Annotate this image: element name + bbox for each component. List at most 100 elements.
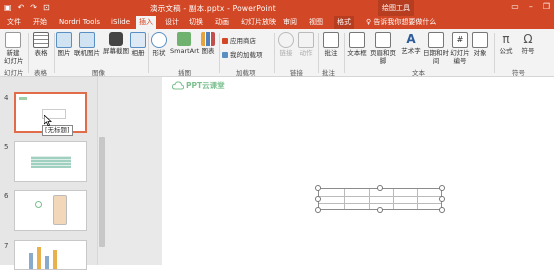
calendar-icon [428,32,444,48]
new-slide-label: 新建 幻灯片 [4,49,24,65]
thumb-bar [53,250,57,269]
slide-thumbnail-6[interactable] [14,190,87,231]
table-icon [33,32,49,48]
chart-button[interactable]: 图表 [200,32,216,55]
textbox-button[interactable]: 文本框 [346,32,368,57]
tab-file[interactable]: 文件 [4,16,24,29]
logo-text: PPT云课堂 [186,81,225,90]
separator [28,33,29,73]
cloud-icon [172,81,184,90]
restore-icon[interactable]: ❐ [543,2,550,11]
resize-handle[interactable] [439,185,445,191]
header-footer-label: 页眉和页脚 [370,49,396,65]
shapes-label: 形状 [152,49,166,57]
resize-handle[interactable] [377,185,383,191]
table-button[interactable]: 表格 [32,32,50,57]
equation-label: 公式 [499,47,513,55]
smartart-button[interactable]: SmartArt [170,32,199,55]
context-tool-label: 绘图工具 [378,0,414,16]
selected-table[interactable] [315,185,445,213]
start-from-beginning-icon[interactable]: ⊡ [43,3,50,12]
slide-editor[interactable] [162,77,554,265]
store-button[interactable]: 应用商店 [222,37,256,45]
tell-me-search[interactable]: ♀ 告诉我你想要做什么 [366,16,436,29]
symbol-button[interactable]: Ω 符号 [520,32,536,55]
tab-design[interactable]: 设计 [162,16,182,29]
slide-number-4: 4 [4,94,9,102]
comment-icon [323,32,339,48]
screenshot-button[interactable]: 屏幕截图 [102,32,130,55]
wordart-label: 艺术字 [401,47,421,55]
redo-icon[interactable]: ↷ [30,3,37,12]
object-button[interactable]: 对象 [472,32,488,57]
group-slides: 幻灯片 [4,69,24,77]
resize-handle[interactable] [439,207,445,213]
title-bar: ▣ ↶ ↷ ⊡ 演示文稿 - 副本.pptx - PowerPoint 绘图工具… [0,0,554,16]
resize-handle[interactable] [315,207,321,213]
datetime-button[interactable]: 日期和时间 [422,32,450,65]
shapes-button[interactable]: 形状 [151,32,167,57]
my-addins-button[interactable]: 我的加载项 [222,51,263,59]
online-picture-label: 联机图片 [74,49,100,57]
object-label: 对象 [473,49,487,57]
slide-thumbnail-5[interactable] [14,141,87,182]
ribbon-options-icon[interactable]: ▭ [511,2,519,11]
link-label: 链接 [279,49,293,57]
object-icon [472,32,488,48]
header-footer-icon [375,32,391,48]
store-icon [222,38,228,44]
thumb-phone [53,195,67,225]
online-picture-icon [79,32,95,48]
resize-handle[interactable] [315,196,321,202]
thumb-logo [19,97,27,100]
scrollbar-thumb[interactable] [99,137,105,247]
group-symbols: 符号 [512,69,525,77]
save-icon[interactable]: ▣ [4,3,12,12]
ribbon-insert: 新建 幻灯片 幻灯片 表格 表格 图片 联机图片 屏幕截图 相册 图像 形状 S… [0,29,554,77]
new-slide-icon [5,32,21,48]
separator [274,33,275,73]
picture-icon [56,32,72,48]
slide-logo: PPT云课堂 [172,80,225,91]
resize-handle[interactable] [439,196,445,202]
action-button[interactable]: 动作 [298,32,314,57]
thumb-bar [29,253,33,269]
new-slide-button[interactable]: 新建 幻灯片 [4,32,24,65]
picture-button[interactable]: 图片 [56,32,72,57]
header-footer-button[interactable]: 页眉和页脚 [368,32,398,65]
minimize-icon[interactable]: – [529,2,533,11]
tab-insert[interactable]: 插入 [136,16,156,29]
camera-icon [109,32,123,46]
tab-review[interactable]: 审阅 [280,16,300,29]
group-illustrations: 插图 [178,69,191,77]
action-icon [298,32,314,48]
shapes-icon [151,32,167,48]
tab-transitions[interactable]: 切换 [186,16,206,29]
comment-button[interactable]: 批注 [322,32,340,57]
screenshot-label: 屏幕截图 [103,47,129,55]
tab-home[interactable]: 开始 [30,16,50,29]
album-icon [130,32,146,48]
slide-number-button[interactable]: # 幻灯片 编号 [450,32,470,65]
tab-nordri-tools[interactable]: Nordri Tools [56,16,103,29]
album-button[interactable]: 相册 [130,32,146,57]
tab-format[interactable]: 格式 [334,16,354,29]
tab-view[interactable]: 视图 [306,16,326,29]
tab-animations[interactable]: 动画 [212,16,232,29]
undo-icon[interactable]: ↶ [18,3,25,12]
thumb-bar [45,256,49,269]
slide-number-6: 6 [4,192,9,200]
chart-label: 图表 [201,47,215,55]
link-button[interactable]: 链接 [278,32,294,57]
tab-slideshow[interactable]: 幻灯片放映 [238,16,279,29]
thumb-circle [35,201,42,208]
wordart-button[interactable]: A 艺术字 [400,32,422,55]
slide-thumbnail-7[interactable] [14,240,87,270]
online-picture-button[interactable]: 联机图片 [74,32,100,57]
resize-handle[interactable] [315,185,321,191]
resize-handle[interactable] [377,207,383,213]
equation-button[interactable]: π 公式 [498,32,514,55]
tab-islide[interactable]: iSlide [108,16,133,29]
comment-label: 批注 [324,49,338,57]
action-label: 动作 [299,49,313,57]
